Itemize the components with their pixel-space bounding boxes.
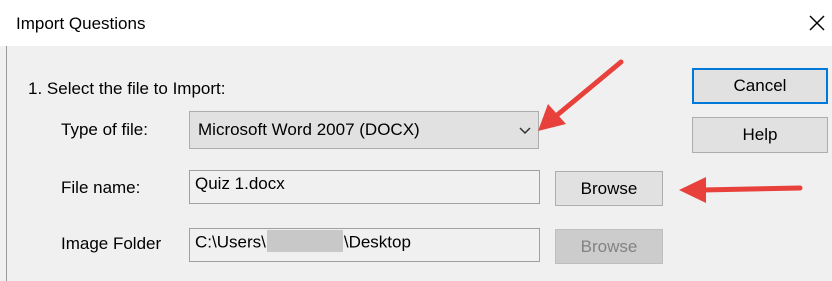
dialog-title: Import Questions [16,14,146,33]
title-bar: Import Questions [0,0,832,46]
image-folder-field[interactable]: C:\Users\ \Desktop [189,228,540,262]
import-questions-dialog: Import Questions 1. Select the file to I… [0,0,832,281]
redacted-username [266,230,343,252]
annotation-arrow-dropdown [538,59,624,131]
cancel-button[interactable]: Cancel [692,68,828,104]
browse-image-folder-button: Browse [555,229,663,264]
image-folder-path-prefix: C:\Users\ [195,232,266,252]
file-name-field[interactable]: Quiz 1.docx [189,170,540,204]
image-folder-label: Image Folder [61,234,162,253]
section-title: 1. Select the file to Import: [28,79,226,98]
close-button[interactable] [800,6,832,40]
browse-file-button[interactable]: Browse [555,171,663,206]
type-of-file-dropdown[interactable]: Microsoft Word 2007 (DOCX) [189,111,539,149]
type-of-file-value: Microsoft Word 2007 (DOCX) [198,120,420,139]
chevron-down-icon[interactable] [512,111,538,149]
image-folder-path-suffix: \Desktop [343,232,411,252]
window-border [6,46,7,281]
file-name-label: File name: [61,178,141,197]
annotation-arrow-browse [679,177,803,203]
type-of-file-label: Type of file: [61,120,148,139]
file-name-value: Quiz 1.docx [195,174,285,193]
close-icon [809,15,825,31]
help-button[interactable]: Help [692,117,828,153]
